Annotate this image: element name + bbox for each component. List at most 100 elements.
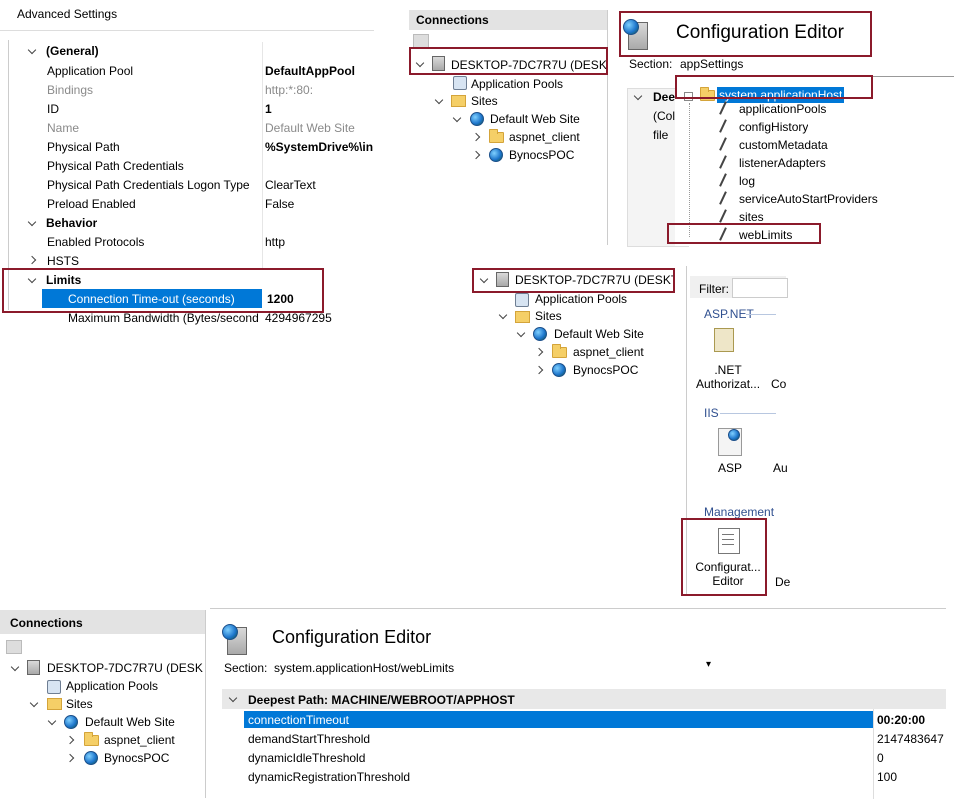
tree-app-pools[interactable]: Application Pools (535, 292, 627, 306)
co-label[interactable]: Co (771, 377, 786, 391)
tree-app-pools[interactable]: Application Pools (66, 679, 158, 693)
prop-value[interactable]: DefaultAppPool (265, 64, 355, 78)
sites-icon (47, 698, 62, 710)
connections-label: Connections (416, 13, 489, 27)
tree-sites[interactable]: Sites (471, 94, 498, 108)
tree-aspnet-client[interactable]: aspnet_client (509, 130, 580, 144)
section-value[interactable]: appSettings (680, 57, 743, 71)
chevron-down-icon[interactable] (10, 662, 20, 672)
prop-value[interactable]: ClearText (265, 178, 316, 192)
sites-icon (451, 95, 466, 107)
tree-child[interactable]: applicationPools (739, 102, 826, 116)
callout-box (472, 268, 675, 293)
prop-name[interactable]: Physical Path (47, 140, 120, 154)
net-auth-label[interactable]: .NET Authorizat... (696, 363, 760, 391)
prop-name[interactable]: HSTS (47, 254, 79, 268)
prop-name[interactable]: Application Pool (47, 64, 133, 78)
prop-name[interactable]: ID (47, 102, 59, 116)
attribute-value[interactable]: 00:20:00 (877, 713, 925, 727)
advanced-settings-title: Advanced Settings (17, 7, 118, 21)
de-label[interactable]: De (775, 575, 790, 589)
prop-value[interactable]: http (265, 235, 285, 249)
callout-box (667, 223, 821, 244)
tree-app-pools[interactable]: Application Pools (471, 77, 563, 91)
attribute-value[interactable]: 100 (877, 770, 897, 784)
prop-name[interactable]: Maximum Bandwidth (Bytes/second (68, 311, 260, 325)
pencil-icon (719, 101, 727, 115)
folder-icon (489, 129, 504, 143)
partial-text: (Col (653, 109, 676, 123)
chevron-down-icon[interactable] (29, 698, 39, 708)
tree-default-site[interactable]: Default Web Site (490, 112, 580, 126)
connections-panel-middle: DESKTOP-7DC7R7U (DESKTOP Application Poo… (470, 266, 687, 596)
chevron-right-icon[interactable] (65, 753, 75, 763)
prop-name[interactable]: Enabled Protocols (47, 235, 144, 249)
chevron-right-icon[interactable] (534, 347, 544, 357)
globe-icon (728, 429, 740, 441)
callout-box (681, 518, 767, 596)
prop-value[interactable]: False (265, 197, 294, 211)
chevron-right-icon[interactable] (65, 735, 75, 745)
prop-name[interactable]: Physical Path Credentials (47, 159, 184, 173)
tree-child[interactable]: log (739, 174, 755, 188)
folder-icon (552, 344, 567, 358)
prop-value: http:*:80: (265, 83, 314, 97)
prop-value[interactable]: 1 (265, 102, 272, 116)
tree-bynocs[interactable]: BynocsPOC (104, 751, 169, 765)
prop-value[interactable]: 4294967295 (265, 311, 332, 325)
globe-icon (222, 624, 238, 640)
attribute-name-selected[interactable]: connectionTimeout (248, 713, 349, 727)
section-label: Section: (629, 57, 673, 71)
prop-name[interactable]: Physical Path Credentials Logon Type (47, 178, 250, 192)
pencil-icon (719, 119, 727, 133)
tree-child[interactable]: sites (739, 210, 764, 224)
attribute-value[interactable]: 2147483647 (877, 732, 944, 746)
web-app-icon (552, 363, 566, 377)
attribute-value[interactable]: 0 (877, 751, 884, 765)
chevron-down-icon[interactable] (516, 328, 526, 338)
chevron-right-icon[interactable] (471, 150, 481, 160)
tree-sites[interactable]: Sites (535, 309, 562, 323)
chevron-right-icon[interactable] (534, 365, 544, 375)
chevron-down-icon[interactable] (27, 45, 37, 55)
sites-icon (515, 311, 530, 323)
chevron-down-icon[interactable] (452, 113, 462, 123)
callout-box (619, 11, 872, 57)
chevron-down-icon[interactable] (498, 310, 508, 320)
tree-aspnet-client[interactable]: aspnet_client (573, 345, 644, 359)
pencil-icon (719, 209, 727, 223)
attribute-name[interactable]: demandStartThreshold (248, 732, 370, 746)
group-iis: IIS (704, 406, 719, 420)
chevron-down-icon[interactable] (27, 217, 37, 227)
chevron-down-icon[interactable] (434, 95, 444, 105)
attribute-name[interactable]: dynamicIdleThreshold (248, 751, 365, 765)
prop-value[interactable]: %SystemDrive%\in (265, 140, 374, 154)
tree-sites[interactable]: Sites (66, 697, 93, 711)
tree-child[interactable]: configHistory (739, 120, 808, 134)
chevron-down-icon[interactable] (47, 716, 57, 726)
tree-default-site[interactable]: Default Web Site (554, 327, 644, 341)
chevron-right-icon[interactable] (27, 255, 37, 265)
deepest-path: Deepest Path: MACHINE/WEBROOT/APPHOST (248, 693, 515, 707)
tree-server[interactable]: DESKTOP-7DC7R7U (DESKTOP (47, 661, 203, 675)
section-label: Section: (224, 661, 268, 675)
tree-aspnet-client[interactable]: aspnet_client (104, 733, 175, 747)
section-dropdown[interactable]: system.applicationHost/webLimits ▾ (270, 657, 720, 677)
tree-bynocs[interactable]: BynocsPOC (509, 148, 574, 162)
prop-name: Name (47, 121, 80, 135)
callout-box (409, 47, 608, 75)
filter-input[interactable] (732, 278, 788, 298)
attribute-name[interactable]: dynamicRegistrationThreshold (248, 770, 410, 784)
prop-name[interactable]: Preload Enabled (47, 197, 136, 211)
tree-bynocs[interactable]: BynocsPOC (573, 363, 638, 377)
asp-label[interactable]: ASP (718, 461, 742, 475)
tree-child[interactable]: listenerAdapters (739, 156, 826, 170)
app-pools-icon (47, 680, 61, 694)
tree-default-site[interactable]: Default Web Site (85, 715, 175, 729)
au-label[interactable]: Au (773, 461, 788, 475)
chevron-right-icon[interactable] (471, 132, 481, 142)
tree-child[interactable]: customMetadata (739, 138, 828, 152)
section-dropdown-tree[interactable]: system.applicationHost applicationPools … (675, 76, 954, 246)
tree-child[interactable]: serviceAutoStartProviders (739, 192, 878, 206)
partial-text: Dee (653, 90, 676, 104)
